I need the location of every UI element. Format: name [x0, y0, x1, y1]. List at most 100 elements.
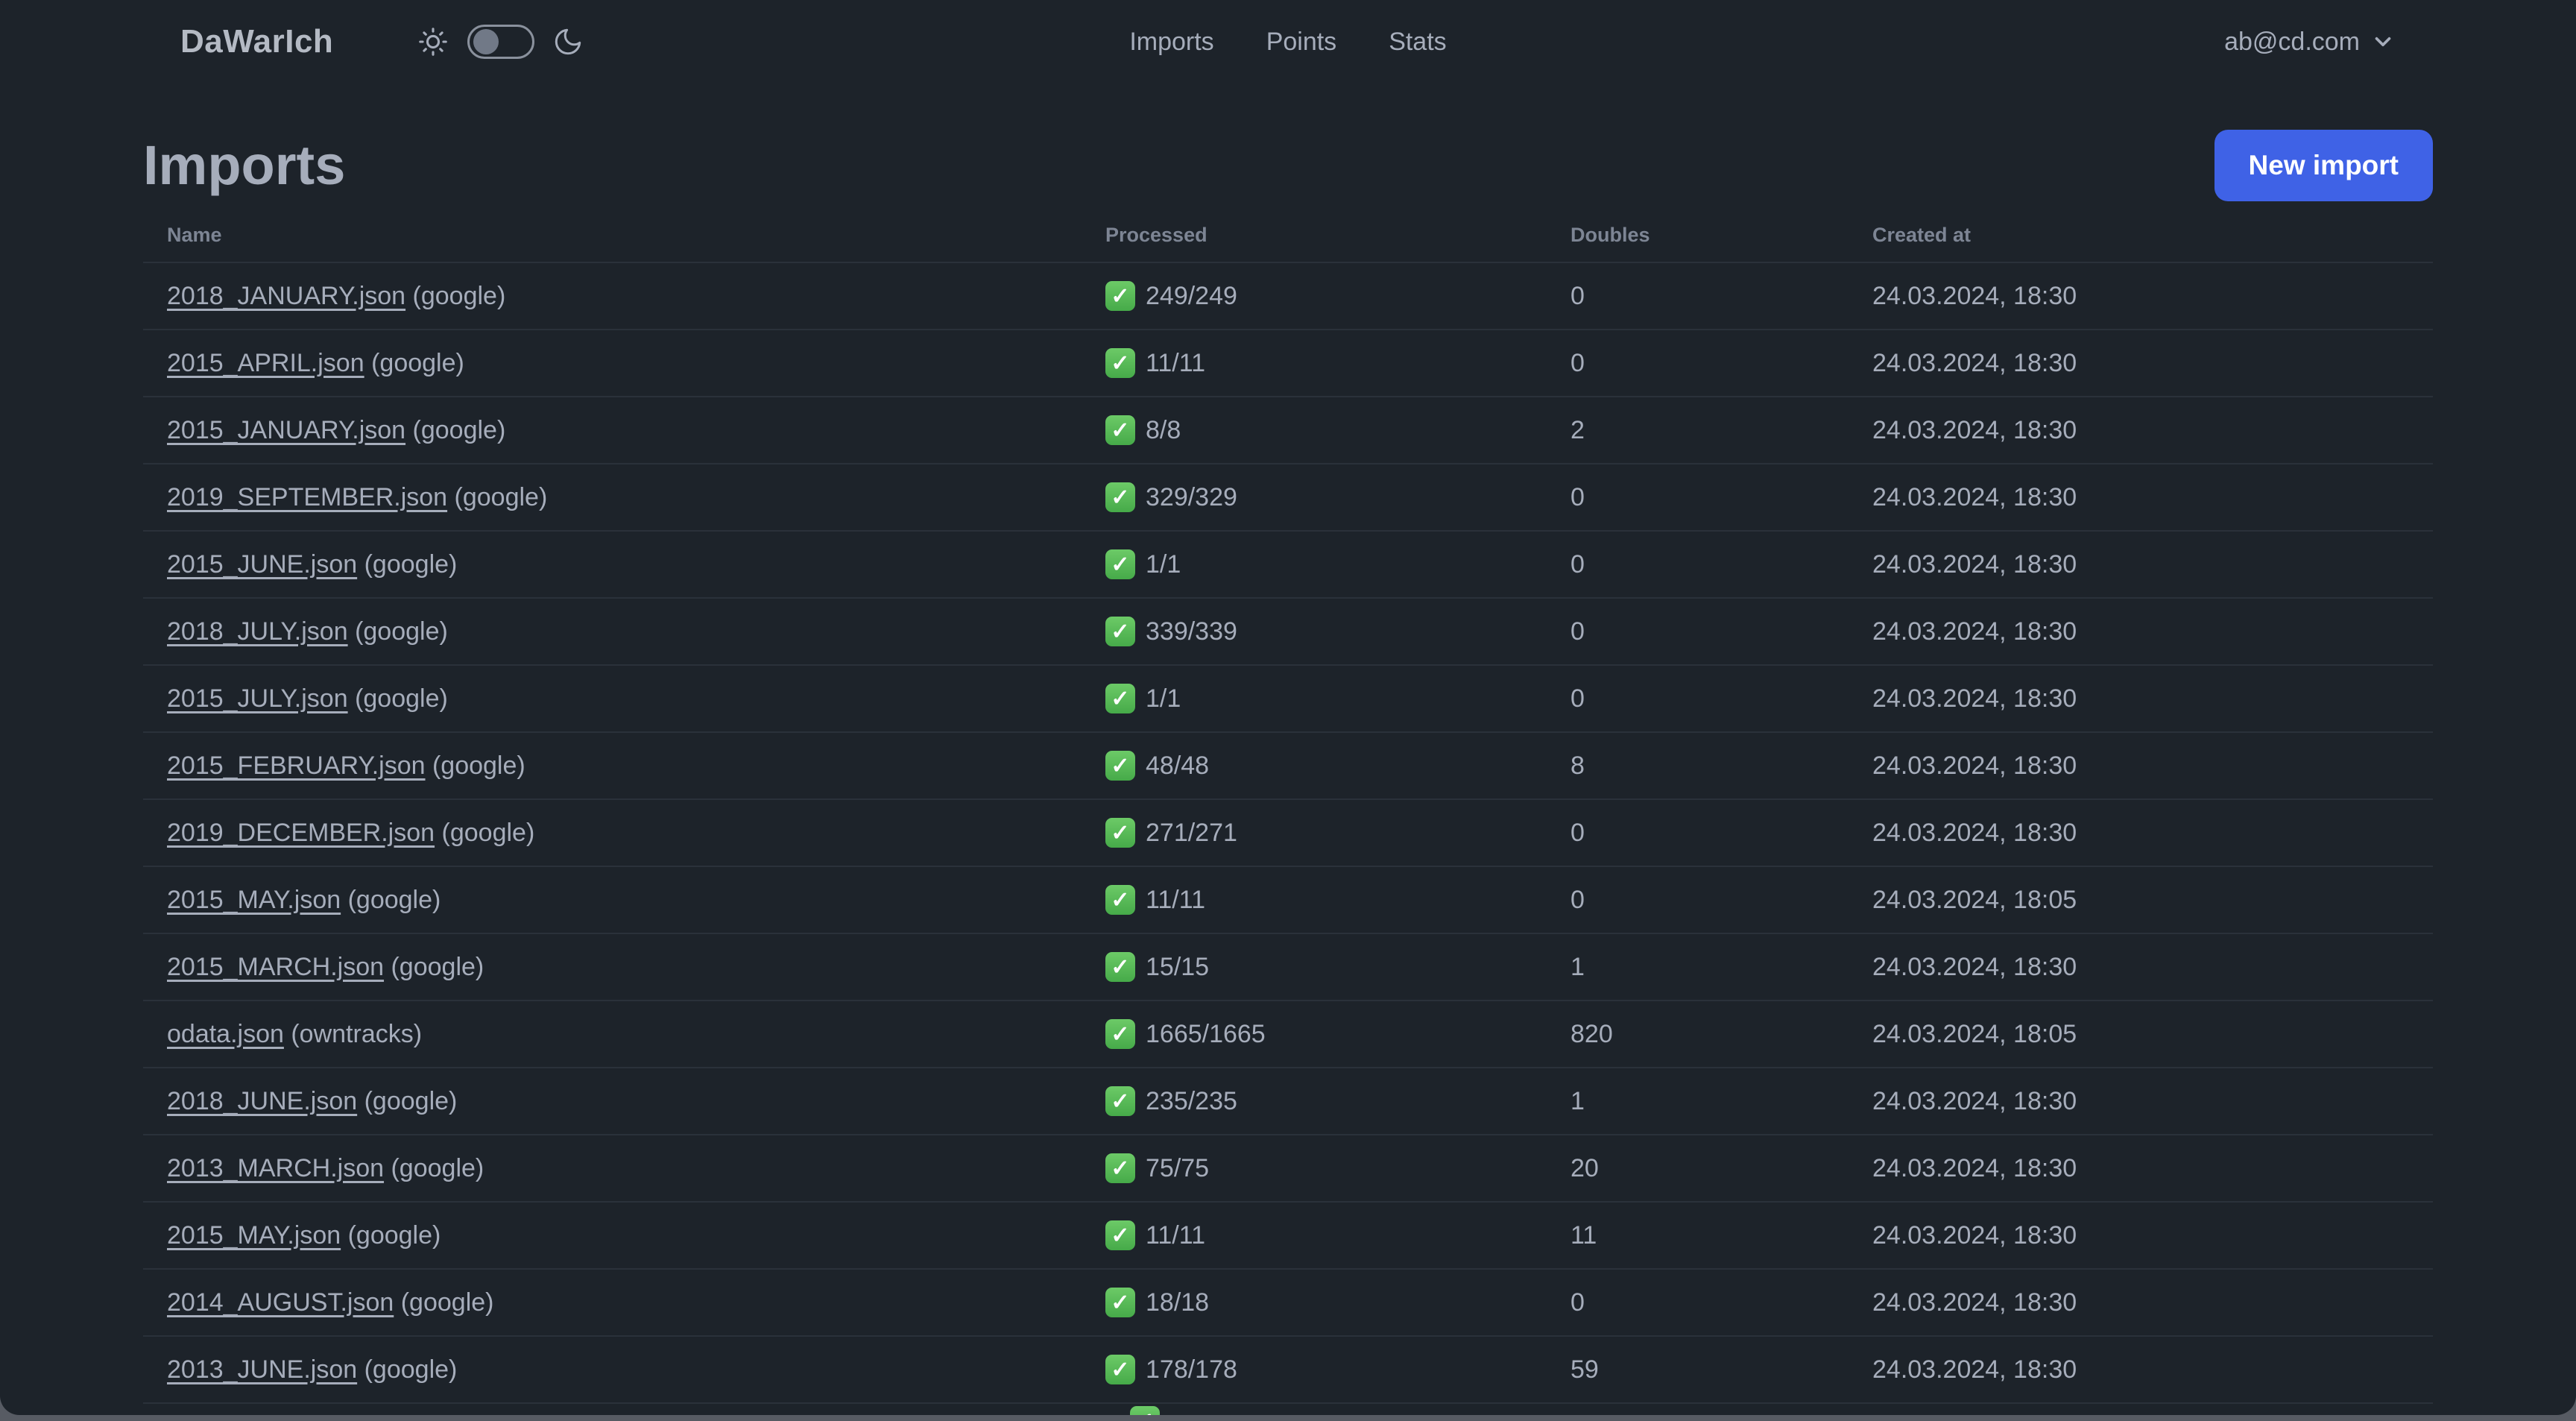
doubles-cell: 1: [1547, 1068, 1849, 1135]
import-source-label: (google): [391, 952, 484, 981]
import-file-link[interactable]: 2019_SEPTEMBER.json: [167, 483, 447, 511]
processed-count: 329/329: [1146, 483, 1237, 511]
import-file-link[interactable]: 2015_JUNE.json: [167, 550, 357, 579]
created-at-cell: 24.03.2024, 18:30: [1849, 799, 2433, 867]
name-cell: 2015_JULY.json (google): [143, 665, 1082, 733]
created-at-cell: 24.03.2024, 18:30: [1849, 1135, 2433, 1203]
name-cell: odata.json (owntracks): [143, 1001, 1082, 1068]
imports-page: Imports New import Name Processed Double…: [0, 130, 2576, 1404]
import-source-label: (google): [355, 617, 448, 646]
processed-cell: 18/18: [1082, 1269, 1547, 1337]
name-cell: 2018_JUNE.json (google): [143, 1068, 1082, 1135]
name-cell: 2019_SEPTEMBER.json (google): [143, 464, 1082, 532]
import-source-label: (google): [364, 1355, 458, 1384]
processed-cell: 48/48: [1082, 732, 1547, 800]
import-file-link[interactable]: 2015_JANUARY.json: [167, 416, 405, 444]
column-header-doubles: Doubles: [1547, 204, 1849, 263]
check-mark-icon: [1105, 617, 1135, 646]
doubles-cell: 0: [1547, 262, 1849, 330]
column-header-created-at: Created at: [1849, 204, 2433, 263]
import-file-link[interactable]: 2015_FEBRUARY.json: [167, 752, 426, 780]
import-file-link[interactable]: 2015_JULY.json: [167, 684, 348, 713]
import-source-label: (google): [371, 348, 464, 377]
table-row: 2019_DECEMBER.json (google) 271/271 0 24…: [143, 799, 2433, 867]
doubles-cell: 11: [1547, 1202, 1849, 1270]
processed-cell: 1665/1665: [1082, 1001, 1547, 1068]
table-row: 2015_MAY.json (google) 11/11 0 24.03.202…: [143, 866, 2433, 934]
import-file-link[interactable]: 2015_APRIL.json: [167, 349, 364, 377]
name-cell: 2015_MARCH.json (google): [143, 933, 1082, 1001]
import-file-link[interactable]: 2013_MARCH.json: [167, 1154, 384, 1182]
nav-link-stats[interactable]: Stats: [1389, 28, 1446, 57]
name-cell: 2015_JANUARY.json (google): [143, 397, 1082, 464]
new-import-button[interactable]: New import: [2214, 130, 2433, 201]
processed-cell: 329/329: [1082, 464, 1547, 532]
nav-link-points[interactable]: Points: [1266, 28, 1337, 57]
import-file-link[interactable]: 2015_MAY.json: [167, 1221, 341, 1250]
table-row: 2015_JULY.json (google) 1/1 0 24.03.2024…: [143, 665, 2433, 733]
processed-cell: 11/11: [1082, 1202, 1547, 1270]
import-source-label: (google): [432, 751, 525, 780]
processed-cell: 235/235: [1082, 1068, 1547, 1135]
doubles-cell: 0: [1547, 799, 1849, 867]
check-mark-icon: [1105, 415, 1135, 445]
name-cell: 2013_JUNE.json (google): [143, 1336, 1082, 1404]
import-file-link[interactable]: 2015_MARCH.json: [167, 953, 384, 981]
processed-cell: 15/15: [1082, 933, 1547, 1001]
processed-count: 1/1: [1146, 684, 1181, 713]
check-mark-icon: [1105, 751, 1135, 781]
account-menu[interactable]: ab@cd.com: [2224, 28, 2396, 57]
table-row: 2014_AUGUST.json (google) 18/18 0 24.03.…: [143, 1269, 2433, 1337]
import-source-label: (google): [364, 549, 458, 579]
import-file-link[interactable]: 2015_MAY.json: [167, 886, 341, 914]
check-mark-icon: [1105, 281, 1135, 311]
import-source-label: (google): [347, 1220, 441, 1250]
import-file-link[interactable]: 2013_JUNE.json: [167, 1355, 357, 1384]
import-source-label: (google): [400, 1288, 494, 1317]
theme-toggle-switch[interactable]: [467, 25, 535, 59]
account-email: ab@cd.com: [2224, 27, 2360, 56]
check-mark-icon: [1105, 684, 1135, 713]
import-file-link[interactable]: odata.json: [167, 1020, 284, 1048]
check-mark-icon: [1105, 885, 1135, 915]
import-source-label: (google): [364, 1086, 458, 1115]
doubles-cell: 820: [1547, 1001, 1849, 1068]
table-row: 2015_APRIL.json (google) 11/11 0 24.03.2…: [143, 330, 2433, 397]
import-file-link[interactable]: 2018_JANUARY.json: [167, 282, 405, 310]
column-header-processed: Processed: [1082, 204, 1547, 263]
table-row: 2018_JANUARY.json (google) 249/249 0 24.…: [143, 262, 2433, 330]
check-mark-icon: [1105, 1019, 1135, 1049]
created-at-cell: 24.03.2024, 18:30: [1849, 262, 2433, 330]
column-header-name: Name: [143, 204, 1082, 263]
processed-count: 8/8: [1146, 416, 1181, 444]
toggle-knob: [473, 29, 499, 54]
processed-count: 235/235: [1146, 1087, 1237, 1115]
processed-cell: 339/339: [1082, 598, 1547, 666]
doubles-cell: 0: [1547, 665, 1849, 733]
name-cell: 2018_JANUARY.json (google): [143, 262, 1082, 330]
processed-count: 18/18: [1146, 1288, 1210, 1317]
app-logo[interactable]: DaWarIch: [180, 23, 333, 60]
created-at-cell: 24.03.2024, 18:30: [1849, 732, 2433, 800]
doubles-cell: 1: [1547, 933, 1849, 1001]
created-at-cell: 24.03.2024, 18:30: [1849, 397, 2433, 464]
name-cell: 2014_AUGUST.json (google): [143, 1269, 1082, 1337]
table-row: 2015_MAY.json (google) 11/11 11 24.03.20…: [143, 1202, 2433, 1270]
import-file-link[interactable]: 2018_JULY.json: [167, 617, 348, 646]
processed-count: 1/1: [1146, 550, 1181, 579]
name-cell: 2015_JUNE.json (google): [143, 531, 1082, 599]
processed-cell: 1/1: [1082, 665, 1547, 733]
import-file-link[interactable]: 2019_DECEMBER.json: [167, 819, 435, 847]
created-at-cell: 24.03.2024, 18:30: [1849, 1068, 2433, 1135]
import-file-link[interactable]: 2018_JUNE.json: [167, 1087, 357, 1115]
nav-link-imports[interactable]: Imports: [1129, 28, 1213, 57]
doubles-cell: 0: [1547, 330, 1849, 397]
check-mark-icon: [1105, 1086, 1135, 1116]
table-row: 2015_JUNE.json (google) 1/1 0 24.03.2024…: [143, 531, 2433, 599]
created-at-cell: 24.03.2024, 18:05: [1849, 1001, 2433, 1068]
import-source-label: (google): [412, 281, 506, 310]
import-file-link[interactable]: 2014_AUGUST.json: [167, 1288, 394, 1317]
next-row-partial: [1130, 1406, 1170, 1415]
processed-count: 271/271: [1146, 819, 1237, 847]
chevron-down-icon: [2375, 37, 2391, 47]
